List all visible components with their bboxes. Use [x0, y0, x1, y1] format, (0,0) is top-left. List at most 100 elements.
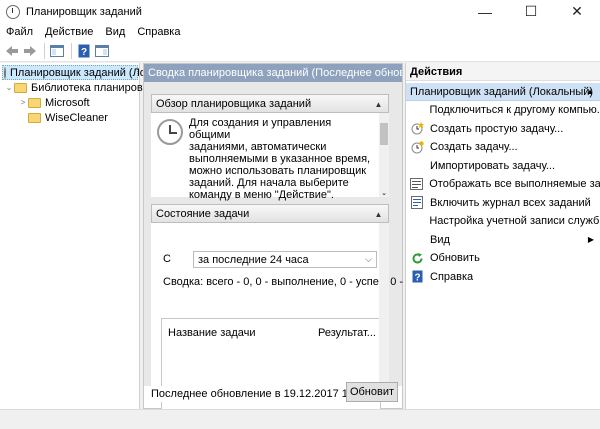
action-create-basic-task[interactable]: Создать простую задачу...: [406, 120, 600, 139]
tree-item-scheduler-root[interactable]: Планировщик заданий (Лок: [2, 65, 151, 80]
menu-action[interactable]: Действие: [39, 26, 99, 38]
action-label: Настройка учетной записи служб...: [429, 215, 600, 228]
tree-item-wisecleaner[interactable]: WiseCleaner: [28, 110, 108, 125]
refresh-icon: [410, 252, 424, 265]
overview-line: команду в меню "Действие".: [189, 189, 334, 201]
close-button[interactable]: ✕: [554, 0, 600, 23]
scroll-thumb[interactable]: [380, 123, 388, 145]
action-view[interactable]: Вид ▶: [406, 231, 600, 250]
tree-item-library[interactable]: ⌄ Библиотека планировщ: [4, 80, 152, 95]
task-scheduler-clock-icon: [6, 4, 20, 19]
scroll-down-icon[interactable]: ⌄: [380, 189, 388, 197]
menu-view[interactable]: Вид: [99, 26, 131, 38]
toolbar-separator: [44, 43, 45, 59]
running-tasks-icon: [410, 178, 424, 191]
actions-subheader[interactable]: Планировщик заданий (Локальный) ▲: [406, 83, 600, 101]
overview-text: Для создания и управления общими задания…: [189, 117, 375, 201]
clock-icon: [4, 66, 6, 79]
history-icon: [410, 196, 424, 210]
tree-item-label: Microsoft: [45, 96, 90, 109]
summary-body: Обзор планировщика заданий ▲ Для создани…: [144, 82, 421, 412]
maximize-button[interactable]: ☐: [508, 0, 554, 23]
back-arrow-icon[interactable]: [4, 43, 20, 59]
action-label: Обновить: [430, 252, 480, 265]
action-connect[interactable]: Подключиться к другому компью...: [406, 101, 600, 120]
forward-arrow-icon[interactable]: [22, 43, 38, 59]
action-enable-history[interactable]: Включить журнал всех заданий: [406, 194, 600, 213]
action-label: Создать простую задачу...: [430, 122, 564, 135]
summary-footer: Последнее обновление в 19.12.2017 19:48:…: [144, 382, 402, 402]
action-label: Подключиться к другому компью...: [429, 104, 600, 117]
refresh-button[interactable]: Обновит: [346, 382, 398, 402]
action-label: Вид: [430, 233, 450, 246]
collapse-up-icon[interactable]: ▲: [373, 209, 384, 219]
action-label: Создать задачу...: [430, 141, 518, 154]
console-tree-icon[interactable]: [49, 43, 65, 59]
menu-bar: Файл Действие Вид Справка: [0, 23, 600, 41]
status-period-label: С: [163, 253, 171, 265]
period-select[interactable]: за последние 24 часа ⌵: [193, 251, 377, 268]
folder-icon: [14, 82, 27, 93]
tree-item-microsoft[interactable]: > Microsoft: [18, 95, 90, 110]
overview-line: заданий. Для начала выберите: [189, 177, 349, 189]
help-book-icon[interactable]: ?: [76, 43, 92, 59]
action-display-running[interactable]: Отображать все выполняемые за...: [406, 175, 600, 194]
submenu-arrow-icon: ▶: [587, 235, 594, 245]
menu-file[interactable]: Файл: [0, 26, 39, 38]
collapse-up-icon[interactable]: ▲: [373, 99, 384, 109]
overview-line: можно использовать планировщик: [189, 165, 367, 177]
action-import-task[interactable]: Импортировать задачу...: [406, 157, 600, 176]
console-tree: Планировщик заданий (Лок ⌄ Библиотека пл…: [0, 63, 152, 409]
overview-line: выполняемыми в указанное время,: [189, 153, 371, 165]
action-label: Отображать все выполняемые за...: [429, 178, 600, 191]
toolbar: ?: [0, 41, 600, 62]
help-icon: ?: [410, 270, 424, 283]
overview-section-header[interactable]: Обзор планировщика заданий ▲: [151, 94, 389, 113]
overview-title: Обзор планировщика заданий: [156, 97, 312, 110]
action-label: Импортировать задачу...: [430, 159, 556, 172]
window-title: Планировщик заданий: [26, 5, 142, 18]
status-bar: [0, 409, 600, 429]
action-service-account[interactable]: Настройка учетной записи служб...: [406, 212, 600, 231]
task-status-section-body: С за последние 24 часа ⌵ Сводка: всего -…: [151, 223, 421, 412]
summary-pane: Сводка планировщика заданий (Последнее о…: [143, 63, 421, 412]
action-refresh[interactable]: Обновить: [406, 249, 600, 268]
actions-subheader-label: Планировщик заданий (Локальный): [410, 85, 594, 98]
task-status-scrollbar[interactable]: [379, 223, 389, 392]
chevron-down-icon[interactable]: ⌄: [4, 83, 14, 92]
folder-icon: [28, 112, 41, 123]
create-basic-task-icon: [410, 122, 424, 135]
actions-header: Действия: [406, 63, 600, 81]
title-bar: Планировщик заданий — ☐ ✕: [0, 0, 600, 23]
tree-item-label: Планировщик заданий (Лок: [10, 66, 151, 79]
action-create-task[interactable]: Создать задачу...: [406, 138, 600, 157]
summary-header: Сводка планировщика заданий (Последнее о…: [144, 64, 402, 82]
action-help[interactable]: ? Справка: [406, 268, 600, 287]
column-task-name[interactable]: Название задачи: [168, 327, 256, 339]
tree-item-label: WiseCleaner: [45, 111, 108, 124]
task-status-section-header[interactable]: Состояние задачи ▲: [151, 204, 389, 223]
folder-icon: [28, 97, 41, 108]
action-label: Включить журнал всех заданий: [430, 196, 591, 209]
chevron-right-icon[interactable]: >: [18, 98, 28, 107]
overview-line: Для создания и управления общими: [189, 117, 332, 141]
svg-text:?: ?: [414, 273, 420, 284]
toolbar-separator: [71, 43, 72, 59]
create-task-icon: [410, 141, 424, 154]
svg-text:?: ?: [81, 47, 87, 58]
actions-pane: Действия Планировщик заданий (Локальный)…: [405, 63, 600, 409]
action-label: Справка: [430, 270, 474, 283]
overview-line: заданиями, автоматически: [189, 141, 327, 153]
tree-item-label: Библиотека планировщ: [31, 81, 152, 94]
overview-scrollbar[interactable]: ⌄: [379, 113, 389, 197]
collapse-up-icon[interactable]: ▲: [586, 87, 594, 96]
overview-section-body: Для создания и управления общими задания…: [151, 113, 389, 201]
action-pane-icon[interactable]: [94, 43, 110, 59]
task-status-title: Состояние задачи: [156, 207, 250, 220]
period-select-value: за последние 24 часа: [198, 253, 309, 266]
column-result[interactable]: Результат...: [318, 327, 376, 339]
scheduler-clock-icon: [157, 119, 183, 145]
chevron-down-icon: ⌵: [365, 254, 372, 264]
minimize-button[interactable]: —: [462, 0, 508, 23]
menu-help[interactable]: Справка: [131, 26, 186, 38]
